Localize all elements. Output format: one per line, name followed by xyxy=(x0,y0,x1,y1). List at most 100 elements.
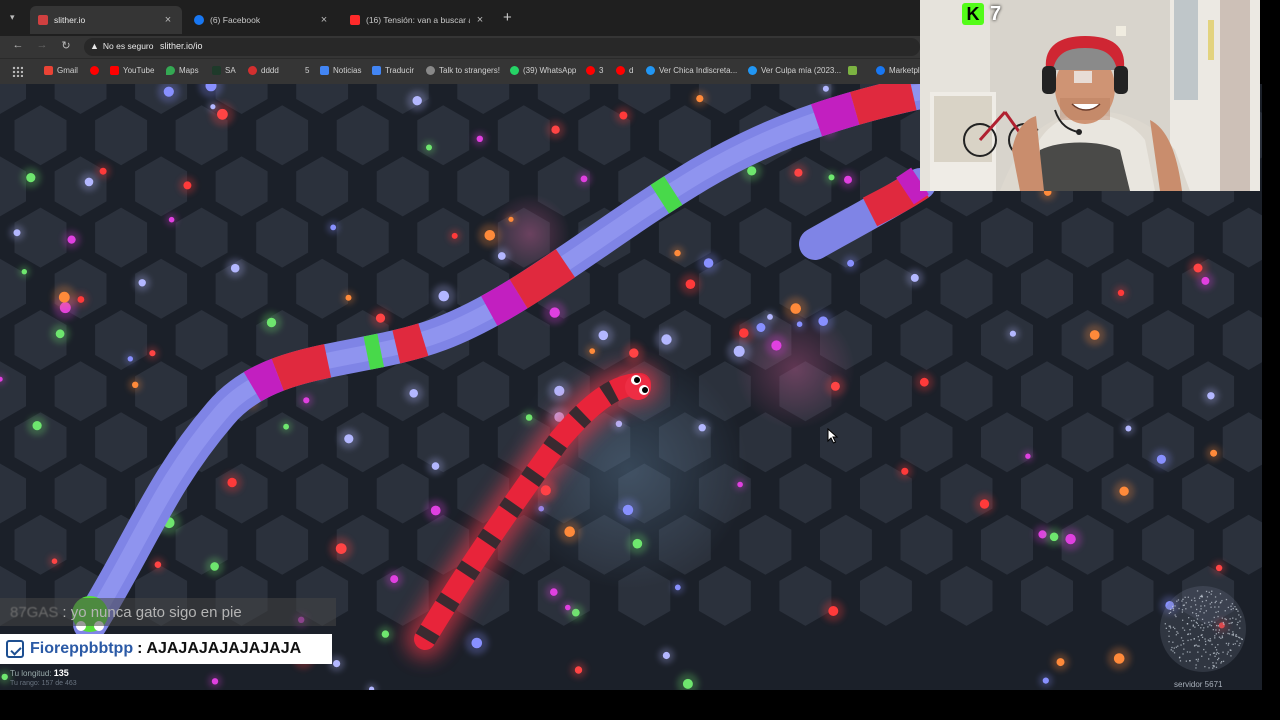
bookmark-marketplace[interactable]: Marketpl xyxy=(876,66,920,75)
food-pellet xyxy=(210,104,216,110)
forward-arrow-icon[interactable]: → xyxy=(34,39,50,51)
streamer-camera-image xyxy=(920,0,1260,191)
minimap-dot xyxy=(1225,598,1228,601)
minimap-dot xyxy=(1171,646,1173,649)
bookmark-whatsapp[interactable]: (39) WhatsApp xyxy=(510,66,576,75)
minimap-dot xyxy=(1214,635,1216,637)
minimap-dot xyxy=(1231,634,1233,636)
tab-facebook[interactable]: (6) Facebook × xyxy=(186,6,338,34)
food-pellet xyxy=(1125,425,1132,432)
bookmark-traducir[interactable]: Traducir xyxy=(372,66,414,75)
food-pellet xyxy=(830,381,840,391)
food-pellet xyxy=(1156,454,1166,464)
food-pellet xyxy=(84,177,94,187)
food-pellet xyxy=(979,499,990,509)
bookmark-label: Noticias xyxy=(333,66,362,75)
bookmark-noticias[interactable]: Noticias xyxy=(320,66,361,75)
slither-favicon-icon xyxy=(38,15,48,25)
minimap-dot xyxy=(1207,639,1209,641)
food-pellet xyxy=(476,135,483,142)
food-pellet xyxy=(1025,453,1031,459)
bookmark-talk-to-strangers[interactable]: Talk to strangers! xyxy=(426,66,500,75)
tab-slither[interactable]: slither.io × xyxy=(30,6,182,34)
security-chip[interactable]: ▲ No es seguro xyxy=(90,41,153,51)
food-pellet xyxy=(682,678,693,689)
reload-icon[interactable]: ↻ xyxy=(58,39,74,52)
minimap-dot xyxy=(1204,638,1206,640)
new-tab-button[interactable]: + xyxy=(503,9,512,26)
minimap-dot xyxy=(1172,609,1175,611)
food-pellet xyxy=(335,543,347,554)
minimap-dot xyxy=(1209,638,1211,640)
url-text[interactable]: slither.io/io xyxy=(160,41,203,51)
tab-bar: ▾ slither.io × (6) Facebook × (16) Tensi… xyxy=(0,0,920,36)
minimap-dot xyxy=(1216,624,1218,627)
minimap-dot xyxy=(1203,627,1205,629)
minimap-dot xyxy=(1186,651,1189,653)
food-pellet xyxy=(227,477,237,488)
bookmark-green[interactable] xyxy=(848,66,861,75)
apps-grid-icon[interactable] xyxy=(12,66,23,77)
food-pellet xyxy=(1215,564,1223,572)
bookmark-youtube-red[interactable] xyxy=(90,66,103,75)
close-icon[interactable]: × xyxy=(318,14,330,26)
tab-search-icon[interactable]: ▾ xyxy=(10,12,15,23)
food-pellet xyxy=(77,296,85,303)
minimap-dot xyxy=(1214,606,1216,608)
minimap-dot xyxy=(1218,652,1220,655)
bottom-black-bar xyxy=(0,690,1280,720)
tab-youtube[interactable]: (16) Tensión: van a buscar al al × xyxy=(342,6,494,34)
minimap-dot xyxy=(1220,637,1222,639)
minimap-dot xyxy=(1219,593,1222,595)
minimap-dot xyxy=(1209,603,1211,605)
food-pellet xyxy=(580,175,588,183)
food-pellet xyxy=(632,538,643,549)
minimap-dot xyxy=(1172,605,1174,608)
minimap-dot xyxy=(1227,606,1229,609)
minimap-dot xyxy=(1194,600,1196,602)
close-icon[interactable]: × xyxy=(474,14,486,26)
minimap-dot xyxy=(1172,641,1174,643)
video-site-icon xyxy=(748,66,757,75)
minimap-dot xyxy=(1214,646,1217,648)
food-pellet xyxy=(910,273,919,282)
minimap-dot xyxy=(1191,599,1193,601)
close-icon[interactable]: × xyxy=(162,14,174,26)
minimap-dot xyxy=(1176,600,1178,602)
bookmark-sa[interactable]: SA xyxy=(212,66,236,75)
minimap-dot xyxy=(1203,648,1205,651)
food-pellet xyxy=(163,86,174,97)
bookmark-culpa-mia[interactable]: Ver Culpa mía (2023... xyxy=(748,66,841,75)
bookmark-d[interactable]: d xyxy=(616,66,633,75)
bookmark-3[interactable]: 3 xyxy=(586,66,603,75)
minimap-dot xyxy=(1195,613,1197,615)
bookmark-maps[interactable]: Maps xyxy=(166,66,199,75)
minimap-dot xyxy=(1234,643,1236,645)
minimap-dot xyxy=(1235,634,1237,636)
minimap-dot xyxy=(1182,627,1184,629)
bookmark-dddd[interactable]: dddd xyxy=(248,66,279,75)
food-pellet xyxy=(901,467,909,475)
food-pellet xyxy=(330,224,337,231)
bookmark-gmail[interactable]: Gmail xyxy=(44,66,78,75)
food-pellet xyxy=(685,279,696,289)
minimap-dot xyxy=(1201,636,1204,638)
back-arrow-icon[interactable]: ← xyxy=(10,39,26,51)
bookmark-chica-indiscreta[interactable]: Ver Chica Indiscreta... xyxy=(646,66,737,75)
minimap-dot xyxy=(1216,651,1218,654)
bookmark-5[interactable]: 5 xyxy=(292,66,309,75)
food-pellet xyxy=(217,108,228,120)
minimap-dot xyxy=(1203,612,1205,614)
minimap-dot xyxy=(1210,625,1213,627)
minimap-dot xyxy=(1232,631,1234,633)
minimap-dot xyxy=(1195,644,1197,646)
food-pellet xyxy=(333,660,341,668)
minimap-dot xyxy=(1227,644,1229,646)
minimap-dot xyxy=(1200,627,1202,629)
omnibox[interactable]: ▲ No es seguro slither.io/io xyxy=(84,38,920,56)
minimap-dot xyxy=(1220,662,1222,664)
tab-title: slither.io xyxy=(54,15,86,25)
minimap-dot xyxy=(1172,626,1175,628)
minimap-dot xyxy=(1178,607,1180,610)
bookmark-youtube[interactable]: YouTube xyxy=(110,66,154,75)
